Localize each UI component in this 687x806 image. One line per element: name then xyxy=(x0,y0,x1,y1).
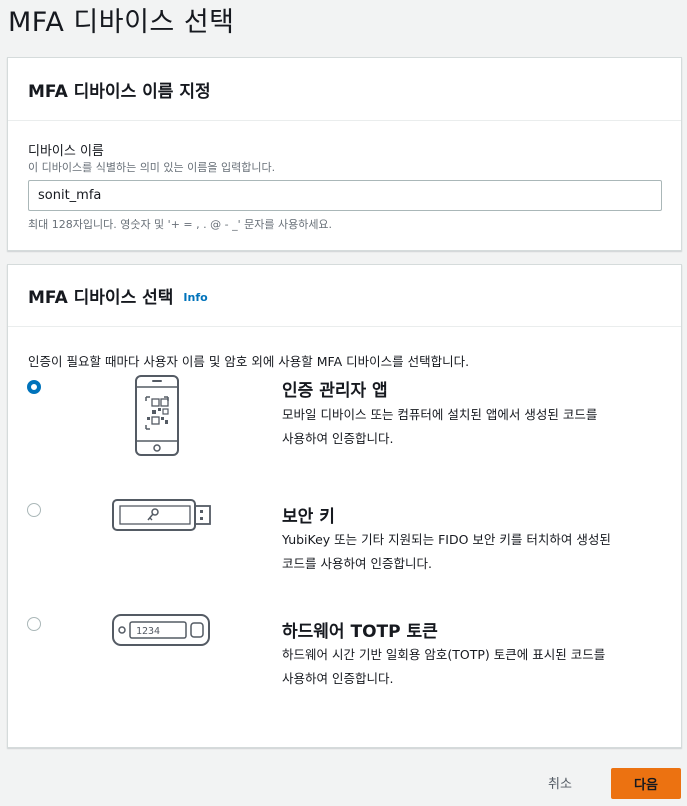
option-authenticator-title: 인증 관리자 앱 xyxy=(282,381,388,401)
info-link[interactable]: Info xyxy=(183,291,207,304)
option-authenticator-desc-line2: 사용하여 인증합니다. xyxy=(282,431,394,446)
option-hardware-totp-desc-line2: 사용하여 인증합니다. xyxy=(282,671,394,686)
option-hardware-totp[interactable]: 1234 하드웨어 TOTP 토큰 하드웨어 시간 기반 일회용 암호(TOTP… xyxy=(8,614,683,697)
option-security-key-desc-line1: YubiKey 또는 기타 지원되는 FIDO 보안 키를 터치하여 생성된 xyxy=(282,532,611,547)
option-hardware-totp-title: 하드웨어 TOTP 토큰 xyxy=(282,622,438,642)
usb-key-icon xyxy=(112,499,211,531)
radio-hardware-totp[interactable] xyxy=(27,617,41,631)
option-security-key-desc: YubiKey 또는 기타 지원되는 FIDO 보안 키를 터치하여 생성된 코… xyxy=(282,528,672,576)
device-name-panel: MFA 디바이스 이름 지정 디바이스 이름 이 디바이스를 식별하는 의미 있… xyxy=(7,57,682,251)
option-authenticator-desc-line1: 모바일 디바이스 또는 컴퓨터에 설치된 앱에서 생성된 코드를 xyxy=(282,407,598,422)
radio-security-key[interactable] xyxy=(27,503,41,517)
page-title: MFA 디바이스 선택 xyxy=(8,7,235,38)
next-button[interactable]: 다음 xyxy=(611,768,681,799)
totp-token-display: 1234 xyxy=(136,626,160,637)
phone-qr-icon xyxy=(135,375,179,456)
device-name-label: 디바이스 이름 xyxy=(28,144,104,159)
option-authenticator-app[interactable]: 인증 관리자 앱 모바일 디바이스 또는 컴퓨터에 설치된 앱에서 생성된 코드… xyxy=(8,375,683,470)
device-name-description: 이 디바이스를 식별하는 의미 있는 이름을 입력합니다. xyxy=(28,161,276,174)
device-name-heading: MFA 디바이스 이름 지정 xyxy=(28,81,211,102)
device-select-panel: MFA 디바이스 선택 Info 인증이 필요할 때마다 사용자 이름 및 암호… xyxy=(7,264,682,748)
option-security-key[interactable]: 보안 키 YubiKey 또는 기타 지원되는 FIDO 보안 키를 터치하여 … xyxy=(8,499,683,582)
device-select-description: 인증이 필요할 때마다 사용자 이름 및 암호 외에 사용할 MFA 디바이스를… xyxy=(28,354,470,369)
device-name-input[interactable] xyxy=(28,180,662,211)
device-name-constraint: 최대 128자입니다. 영숫자 및 '+ = , . @ - _' 문자를 사용… xyxy=(28,218,333,231)
option-hardware-totp-desc-line1: 하드웨어 시간 기반 일회용 암호(TOTP) 토큰에 표시된 코드를 xyxy=(282,647,606,662)
totp-token-icon: 1234 xyxy=(112,614,210,646)
device-name-panel-header: MFA 디바이스 이름 지정 xyxy=(8,58,681,121)
option-security-key-desc-line2: 코드를 사용하여 인증합니다. xyxy=(282,556,432,571)
option-security-key-title: 보안 키 xyxy=(282,507,335,527)
device-select-heading: MFA 디바이스 선택 xyxy=(28,288,174,308)
device-select-panel-header: MFA 디바이스 선택 Info xyxy=(8,265,681,327)
radio-authenticator-app[interactable] xyxy=(27,380,41,394)
cancel-button[interactable]: 취소 xyxy=(548,773,572,792)
option-hardware-totp-desc: 하드웨어 시간 기반 일회용 암호(TOTP) 토큰에 표시된 코드를 사용하여… xyxy=(282,643,672,691)
option-authenticator-desc: 모바일 디바이스 또는 컴퓨터에 설치된 앱에서 생성된 코드를 사용하여 인증… xyxy=(282,403,672,451)
